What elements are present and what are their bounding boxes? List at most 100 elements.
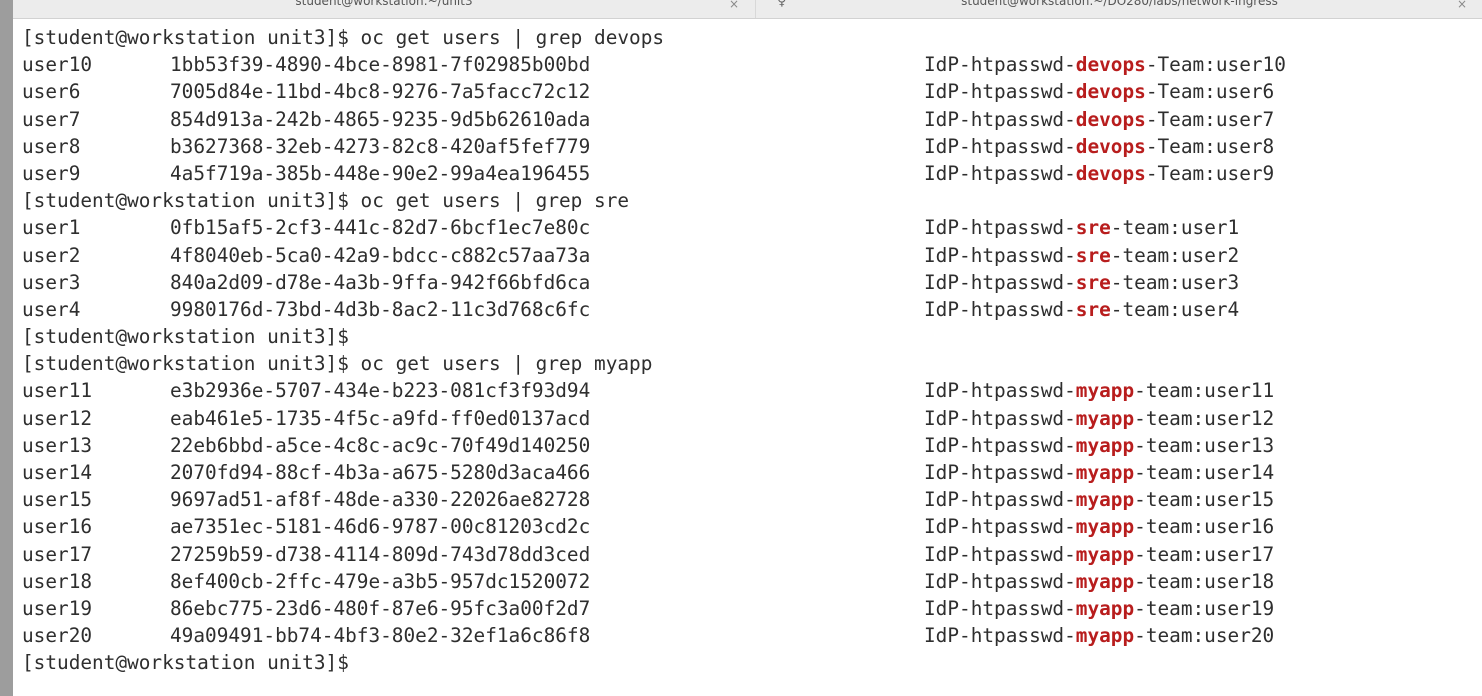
tab-title: student@workstation:~/DO280/labs/network…: [961, 0, 1278, 8]
identity-prefix: IdP-htpasswd-: [924, 243, 1076, 267]
user-identity: IdP-htpasswd-devops-Team:user9: [924, 160, 1274, 187]
grep-match: myapp: [1075, 624, 1135, 648]
identity-prefix: IdP-htpasswd-: [924, 515, 1076, 539]
table-row: user19 86ebc775-23d6-480f-87e6-95fc3a00f2…: [22, 595, 1472, 622]
user-name: user1: [22, 216, 81, 240]
user-identity: IdP-htpasswd-myapp-team:user19: [924, 595, 1274, 622]
user-name: user10: [22, 53, 93, 77]
identity-prefix: IdP-htpasswd-: [924, 270, 1076, 294]
table-row: user6 7005d84e-11bd-4bc8-9276-7a5facc72c1…: [22, 78, 1472, 105]
identity-suffix: -team:user1: [1110, 216, 1240, 240]
tab-network-ingress[interactable]: student@workstation:~/DO280/labs/network…: [755, 0, 1482, 18]
user-uid: 840a2d09-d78e-4a3b-9ffa-942f66bfd6ca: [170, 270, 591, 294]
identity-prefix: IdP-htpasswd-: [924, 406, 1076, 430]
table-row: user16 ae7351ec-5181-46d6-9787-00c81203cd…: [22, 513, 1472, 540]
user-name: user3: [22, 270, 81, 294]
terminal-window: student@workstation:~/unit3 × student@wo…: [0, 0, 1482, 696]
user-uid: 8ef400cb-2ffc-479e-a3b5-957dc1520072: [170, 569, 591, 593]
table-row: user17 27259b59-d738-4114-809d-743d78dd3c…: [22, 541, 1472, 568]
user-identity: IdP-htpasswd-sre-team:user4: [924, 296, 1239, 323]
grep-match: sre: [1075, 216, 1111, 240]
identity-prefix: IdP-htpasswd-: [924, 488, 1076, 512]
user-name: user20: [22, 624, 93, 648]
user-uid: 49a09491-bb74-4bf3-80e2-32ef1a6c86f8: [170, 624, 591, 648]
desktop-edge: [0, 0, 13, 696]
grep-match: myapp: [1075, 596, 1135, 620]
user-name: user7: [22, 107, 81, 131]
command-line: [student@workstation unit3]$ oc get user…: [22, 352, 653, 376]
user-identity: IdP-htpasswd-myapp-team:user17: [924, 541, 1274, 568]
user-uid: 27259b59-d738-4114-809d-743d78dd3ced: [170, 542, 591, 566]
user-name: user2: [22, 243, 81, 267]
identity-suffix: -team:user12: [1134, 406, 1275, 430]
command-line: [student@workstation unit3]$ oc get user…: [22, 26, 665, 49]
user-uid: 86ebc775-23d6-480f-87e6-95fc3a00f2d7: [170, 596, 591, 620]
user-uid: 2070fd94-88cf-4b3a-a675-5280d3aca466: [170, 461, 591, 484]
user-name: user16: [22, 515, 93, 539]
identity-prefix: IdP-htpasswd-: [924, 542, 1076, 566]
user-name: user9: [22, 161, 81, 185]
identity-suffix: -Team:user6: [1145, 80, 1275, 104]
grep-match: sre: [1075, 297, 1111, 321]
user-identity: IdP-htpasswd-myapp-team:user16: [924, 513, 1274, 540]
user-uid: 4a5f719a-385b-448e-90e2-99a4ea196455: [170, 161, 591, 185]
user-identity: IdP-htpasswd-sre-team:user1: [924, 214, 1239, 241]
user-uid: 9980176d-73bd-4d3b-8ac2-11c3d768c6fc: [170, 297, 591, 321]
identity-suffix: -team:user19: [1134, 596, 1275, 620]
user-identity: IdP-htpasswd-myapp-team:user14: [924, 459, 1274, 486]
user-identity: IdP-htpasswd-devops-Team:user10: [924, 51, 1286, 78]
user-identity: IdP-htpasswd-myapp-team:user12: [924, 405, 1274, 432]
user-identity: IdP-htpasswd-devops-Team:user8: [924, 133, 1274, 160]
user-name: user15: [22, 488, 93, 512]
identity-suffix: -team:user3: [1110, 270, 1240, 294]
table-row: user10 1bb53f39-4890-4bce-8981-7f02985b00…: [22, 51, 1472, 78]
identity-prefix: IdP-htpasswd-: [924, 461, 1076, 484]
table-row: user13 22eb6bbd-a5ce-4c8c-ac9c-70f49d1402…: [22, 432, 1472, 459]
grep-match: myapp: [1075, 569, 1135, 593]
grep-match: myapp: [1075, 488, 1135, 512]
tab-unit3[interactable]: student@workstation:~/unit3 ×: [13, 0, 755, 18]
user-name: user13: [22, 433, 93, 457]
identity-prefix: IdP-htpasswd-: [924, 161, 1076, 185]
identity-suffix: -team:user11: [1134, 379, 1275, 403]
identity-prefix: IdP-htpasswd-: [924, 134, 1076, 158]
tab-bar: student@workstation:~/unit3 × student@wo…: [13, 0, 1482, 19]
user-name: user14: [22, 461, 93, 484]
user-uid: 1bb53f39-4890-4bce-8981-7f02985b00bd: [170, 53, 591, 77]
user-identity: IdP-htpasswd-myapp-team:user20: [924, 622, 1274, 649]
command-line: [student@workstation unit3]$ oc get user…: [22, 189, 630, 213]
table-row: user2 4f8040eb-5ca0-42a9-bdcc-c882c57aa73…: [22, 242, 1472, 269]
user-name: user19: [22, 596, 93, 620]
user-uid: 9697ad51-af8f-48de-a330-22026ae82728: [170, 488, 591, 512]
table-row: user4 9980176d-73bd-4d3b-8ac2-11c3d768c6f…: [22, 296, 1472, 323]
table-row: user8 b3627368-32eb-4273-82c8-420af5fef77…: [22, 133, 1472, 160]
identity-prefix: IdP-htpasswd-: [924, 53, 1076, 77]
user-identity: IdP-htpasswd-myapp-team:user13: [924, 432, 1274, 459]
identity-prefix: IdP-htpasswd-: [924, 107, 1076, 131]
user-uid: 0fb15af5-2cf3-441c-82d7-6bcf1ec7e80c: [170, 216, 591, 240]
user-name: user17: [22, 542, 93, 566]
identity-suffix: -team:user15: [1134, 488, 1275, 512]
grep-match: devops: [1075, 107, 1146, 131]
grep-match: myapp: [1075, 406, 1135, 430]
user-identity: IdP-htpasswd-sre-team:user2: [924, 242, 1239, 269]
user-uid: ae7351ec-5181-46d6-9787-00c81203cd2c: [170, 515, 591, 539]
grep-match: myapp: [1075, 379, 1135, 403]
user-uid: 4f8040eb-5ca0-42a9-bdcc-c882c57aa73a: [170, 243, 591, 267]
grep-match: myapp: [1075, 515, 1135, 539]
identity-suffix: -Team:user9: [1145, 161, 1275, 185]
identity-prefix: IdP-htpasswd-: [924, 624, 1076, 648]
user-uid: 854d913a-242b-4865-9235-9d5b62610ada: [170, 107, 591, 131]
user-uid: eab461e5-1735-4f5c-a9fd-ff0ed0137acd: [170, 406, 591, 430]
identity-prefix: IdP-htpasswd-: [924, 433, 1076, 457]
identity-prefix: IdP-htpasswd-: [924, 379, 1076, 403]
close-icon[interactable]: ×: [1457, 0, 1467, 11]
user-uid: 7005d84e-11bd-4bc8-9276-7a5facc72c12: [170, 80, 591, 104]
user-name: user11: [22, 379, 93, 403]
identity-suffix: -team:user4: [1110, 297, 1240, 321]
grep-match: devops: [1075, 80, 1146, 104]
terminal-output[interactable]: [student@workstation unit3]$ oc get user…: [22, 24, 1472, 694]
user-name: user18: [22, 569, 93, 593]
close-icon[interactable]: ×: [729, 0, 739, 11]
identity-suffix: -Team:user7: [1145, 107, 1275, 131]
